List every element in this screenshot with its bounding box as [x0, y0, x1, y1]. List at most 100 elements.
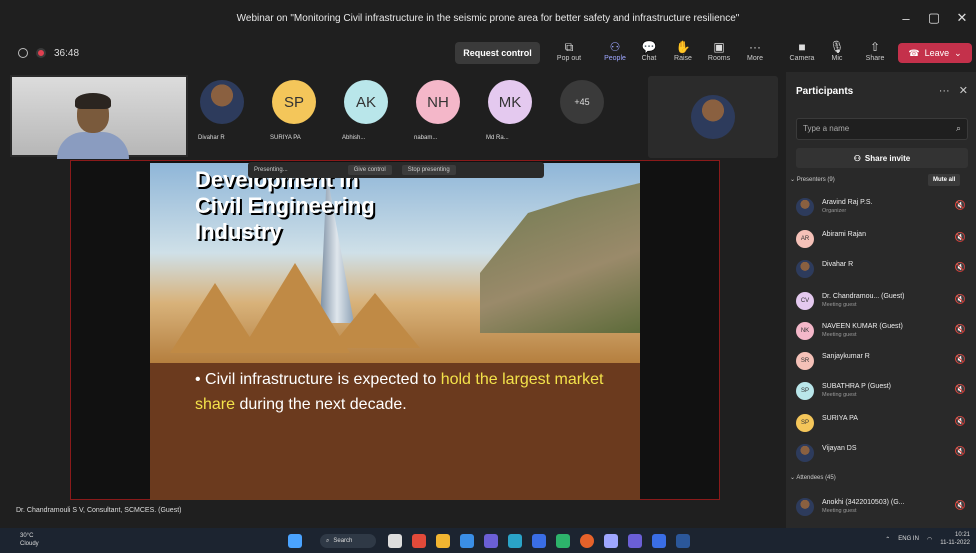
mute-all-button[interactable]: Mute all [928, 174, 961, 186]
avatar[interactable]: SP [272, 80, 316, 124]
shield-icon [18, 48, 28, 58]
chrome-icon[interactable] [580, 534, 594, 548]
pop-out-icon: ⧉ [564, 40, 574, 54]
wifi-icon[interactable]: ◠ [927, 536, 932, 543]
participant-row[interactable]: AR Abirami Rajan 🔇 [796, 228, 972, 254]
toolbar-share-button[interactable]: ⇧ Share [858, 39, 892, 69]
participant-row[interactable]: Aravind Raj P.S. Organizer 🔇 [796, 196, 972, 222]
give-control-button[interactable]: Give control [347, 165, 392, 175]
stop-presenting-button[interactable]: Stop presenting [401, 165, 456, 175]
toolbar-pop-out-button[interactable]: ⧉ Pop out [552, 39, 586, 69]
participant-row[interactable]: Anokhi (3422010503) (G... Meeting guest 🔇 [796, 496, 972, 522]
more-participants-button[interactable]: +45 [560, 80, 604, 124]
participant-name: Sanjaykumar R [822, 353, 870, 360]
toolbar-people-button[interactable]: ⚇ People [598, 39, 632, 69]
toolbar-camera-button[interactable]: ■ Camera [785, 39, 819, 69]
minimize-icon[interactable]: – [892, 11, 920, 26]
mic-off-icon[interactable]: 🔇 [955, 262, 966, 273]
teams-icon[interactable] [628, 534, 642, 548]
camera-off-icon: ■ [798, 40, 806, 54]
app-icon[interactable] [412, 534, 426, 548]
mic-off-icon[interactable]: 🔇 [955, 500, 966, 511]
taskbar: 30°C Cloudy ⌕ Search ⌃ ENG IN ◠ 10:21 11… [0, 528, 976, 553]
search-icon: ⌕ [326, 537, 330, 544]
leave-button[interactable]: ☎ Leave ⌄ [898, 43, 972, 63]
task-view-icon[interactable] [388, 534, 402, 548]
participant-row[interactable]: NK NAVEEN KUMAR (Guest) Meeting guest 🔇 [796, 320, 972, 346]
participant-row[interactable]: Vijayan DS 🔇 [796, 442, 972, 468]
word-icon[interactable] [676, 534, 690, 548]
participant-row[interactable]: CV Dr. Chandramou... (Guest) Meeting guest… [796, 290, 972, 316]
presenters-section[interactable]: ⌄ Presenters (9) [790, 176, 835, 183]
toolbar-more-button[interactable]: ··· More [738, 39, 772, 69]
lang-indicator[interactable]: ENG IN [898, 536, 919, 542]
participant-row[interactable]: SP SUBATHRA P (Guest) Meeting guest 🔇 [796, 380, 972, 406]
participant-role: Meeting guest [822, 392, 857, 398]
people-icon: ⚇ [609, 40, 621, 54]
mic-off-icon[interactable]: 🔇 [955, 232, 966, 243]
mail-icon[interactable] [532, 534, 546, 548]
participant-row[interactable]: SP SURIYA PA 🔇 [796, 412, 972, 438]
file-explorer-icon[interactable] [436, 534, 450, 548]
avatar-name: Md Ra... [486, 135, 509, 141]
close-icon[interactable]: ✕ [948, 10, 976, 26]
presenter-caption: Dr. Chandramouli S V, Consultant, SCMCES… [16, 507, 182, 514]
chevron-up-icon[interactable]: ⌃ [885, 536, 890, 543]
share-invite-button[interactable]: ⚇ Share invite [796, 148, 968, 168]
participant-name: SUBATHRA P (Guest) [822, 383, 891, 390]
avatar-name: SURIYA PA [270, 135, 301, 141]
attendees-section[interactable]: ⌄ Attendees (45) [790, 474, 836, 481]
participant-row[interactable]: SR Sanjaykumar R 🔇 [796, 350, 972, 376]
toolbar-rooms-button[interactable]: ▣ Rooms [702, 39, 736, 69]
avatar[interactable]: NH [416, 80, 460, 124]
toolbar-mic-button[interactable]: 🎙 Mic [820, 39, 854, 69]
clock[interactable]: 10:21 11-11-2022 [940, 531, 970, 547]
participant-video-tile[interactable] [648, 76, 778, 158]
chevron-down-icon[interactable]: ⌄ [954, 48, 962, 59]
toolbar-raise-button[interactable]: ✋ Raise [666, 39, 700, 69]
participant-role: Meeting guest [822, 508, 857, 514]
participant-role: Meeting guest [822, 302, 857, 308]
avatar-name: Divahar R [198, 135, 225, 141]
participant-name: Divahar R [822, 261, 854, 268]
request-control-button[interactable]: Request control [455, 42, 540, 64]
avatar: AR [796, 230, 814, 248]
mic-off-icon[interactable]: 🔇 [955, 294, 966, 305]
close-icon[interactable]: ✕ [959, 85, 968, 97]
meeting-timer: 36:48 [54, 47, 80, 59]
slide-bullet: • Civil infrastructure is expected to ho… [195, 371, 604, 413]
slide-title: Development in Civil Engineering Industr… [195, 167, 375, 244]
mic-off-icon[interactable]: 🔇 [955, 384, 966, 395]
hand-icon: ✋ [675, 40, 691, 54]
maximize-icon[interactable]: ▢ [920, 10, 948, 26]
taskbar-search[interactable]: ⌕ Search [320, 534, 376, 548]
toolbar-chat-button[interactable]: 💬 Chat [632, 39, 666, 69]
more-icon[interactable]: ··· [939, 85, 950, 97]
participant-role: Organizer [822, 208, 847, 214]
avatar[interactable]: AK [344, 80, 388, 124]
mic-off-icon[interactable]: 🔇 [955, 354, 966, 365]
app-icon[interactable] [556, 534, 570, 548]
app-icon[interactable] [460, 534, 474, 548]
rooms-icon: ▣ [713, 40, 725, 54]
app-icon[interactable] [508, 534, 522, 548]
weather-widget[interactable]: 30°C Cloudy [20, 532, 39, 548]
mic-off-icon[interactable]: 🔇 [955, 446, 966, 457]
presenting-bar: Presenting... Give control Stop presenti… [248, 162, 544, 178]
app-icon[interactable] [652, 534, 666, 548]
search-input[interactable]: Type a name ⌕ [796, 118, 968, 140]
mic-off-icon[interactable]: 🔇 [955, 416, 966, 427]
avatar[interactable]: MK [488, 80, 532, 124]
leave-label: Leave [924, 48, 950, 58]
participant-name: Abirami Rajan [822, 231, 866, 238]
search-icon: ⌕ [955, 123, 961, 133]
participant-row[interactable]: Divahar R 🔇 [796, 258, 972, 284]
presentation-slide: Development in Civil Engineering Industr… [150, 163, 640, 500]
avatar [796, 260, 814, 278]
start-icon[interactable] [288, 534, 302, 548]
app-icon[interactable] [604, 534, 618, 548]
avatar[interactable] [200, 80, 244, 124]
mic-off-icon[interactable]: 🔇 [955, 200, 966, 211]
mic-off-icon[interactable]: 🔇 [955, 324, 966, 335]
app-icon[interactable] [484, 534, 498, 548]
